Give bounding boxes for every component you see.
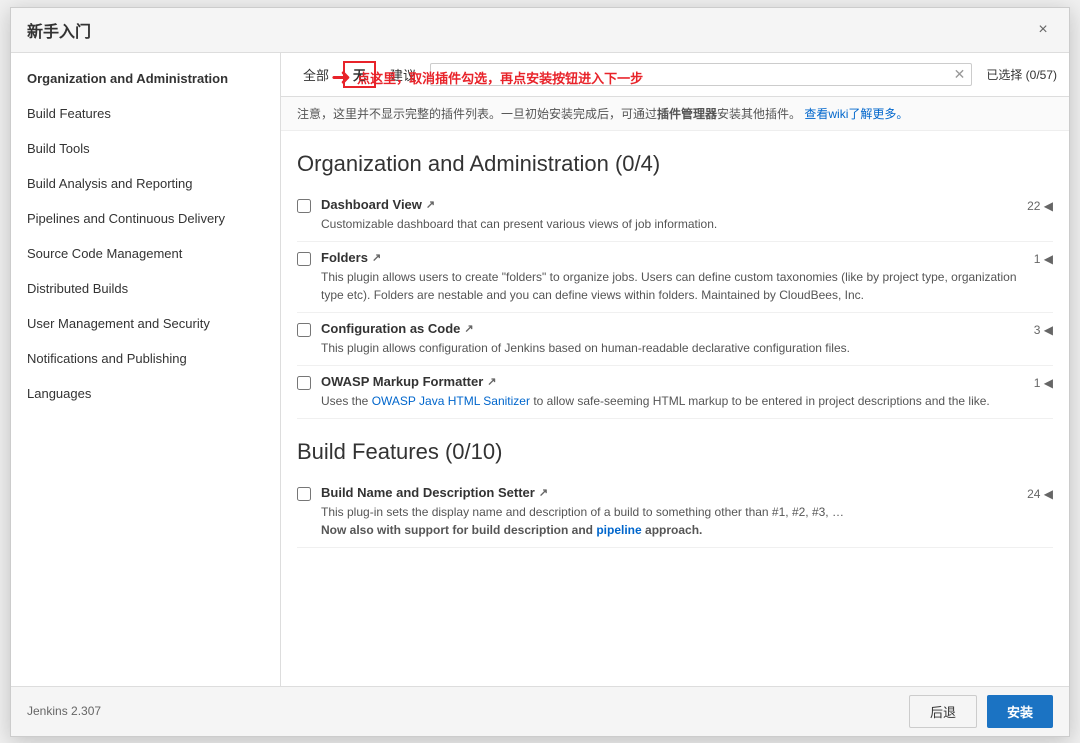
plugin-item-folders: Folders ↗ This plugin allows users to cr… bbox=[297, 242, 1053, 313]
content-area: 全部 无 建议 ✕ 已选择 (0/57) 注意，这里并不显示完整的插件列表。一旦… bbox=[281, 53, 1069, 686]
section-title-org: Organization and Administration (0/4) bbox=[297, 151, 1053, 177]
plugin-name-folders: Folders ↗ bbox=[321, 250, 1024, 265]
owasp-link[interactable]: OWASP Java HTML Sanitizer bbox=[372, 394, 530, 408]
sidebar-item-user-management[interactable]: User Management and Security bbox=[11, 306, 280, 341]
sidebar: Organization and Administration Build Fe… bbox=[11, 53, 281, 686]
arrow-icon: ➜ bbox=[331, 63, 351, 92]
plugin-info-dashboard: Dashboard View ↗ Customizable dashboard … bbox=[321, 197, 1017, 233]
annotation-overlay: ➜ 点这里，取消插件勾选，再点安装按钮进入下一步 bbox=[331, 63, 643, 92]
selected-count: 已选择 (0/57) bbox=[976, 66, 1057, 83]
plugin-name-owasp: OWASP Markup Formatter ↗ bbox=[321, 374, 1024, 389]
footer-buttons: 后退 安装 bbox=[909, 695, 1053, 728]
plugin-desc-config-as-code: This plugin allows configuration of Jenk… bbox=[321, 339, 1024, 357]
plugin-checkbox-dashboard[interactable] bbox=[297, 199, 311, 213]
plugin-name-build-name-setter: Build Name and Description Setter ↗ bbox=[321, 485, 1017, 500]
modal-title: 新手入门 bbox=[27, 18, 91, 42]
plugin-name-config-as-code: Configuration as Code ↗ bbox=[321, 321, 1024, 336]
install-button[interactable]: 安装 bbox=[987, 695, 1053, 728]
plugin-info-folders: Folders ↗ This plugin allows users to cr… bbox=[321, 250, 1024, 304]
sidebar-item-build-analysis[interactable]: Build Analysis and Reporting bbox=[11, 166, 280, 201]
sidebar-item-organization[interactable]: Organization and Administration bbox=[11, 61, 280, 96]
plugin-name-dashboard: Dashboard View ↗ bbox=[321, 197, 1017, 212]
plugin-item-config-as-code: Configuration as Code ↗ This plugin allo… bbox=[297, 313, 1053, 366]
sidebar-item-distributed[interactable]: Distributed Builds bbox=[11, 271, 280, 306]
plugin-desc-folders: This plugin allows users to create "fold… bbox=[321, 268, 1024, 304]
external-link-icon-folders: ↗ bbox=[372, 251, 381, 264]
plugin-count-config-as-code: 3 ◀ bbox=[1034, 321, 1053, 337]
plugin-list: Organization and Administration (0/4) Da… bbox=[281, 131, 1069, 686]
sidebar-item-languages[interactable]: Languages bbox=[11, 376, 280, 411]
plugin-info-config-as-code: Configuration as Code ↗ This plugin allo… bbox=[321, 321, 1024, 357]
search-clear-icon[interactable]: ✕ bbox=[954, 66, 966, 83]
sidebar-item-pipelines[interactable]: Pipelines and Continuous Delivery bbox=[11, 201, 280, 236]
external-link-icon-owasp: ↗ bbox=[487, 375, 496, 388]
modal-header: 新手入门 ➜ 点这里，取消插件勾选，再点安装按钮进入下一步 × bbox=[11, 8, 1069, 53]
external-link-icon-config-as-code: ↗ bbox=[464, 322, 473, 335]
plugin-checkbox-build-name-setter[interactable] bbox=[297, 487, 311, 501]
main-modal: 新手入门 ➜ 点这里，取消插件勾选，再点安装按钮进入下一步 × Organiza… bbox=[10, 7, 1070, 737]
sidebar-item-notifications[interactable]: Notifications and Publishing bbox=[11, 341, 280, 376]
external-link-icon-build-name-setter: ↗ bbox=[539, 486, 548, 499]
plugin-info-build-name-setter: Build Name and Description Setter ↗ This… bbox=[321, 485, 1017, 539]
close-button[interactable]: × bbox=[1033, 20, 1053, 40]
footer-version: Jenkins 2.307 bbox=[27, 704, 101, 718]
plugin-count-build-name-setter: 24 ◀ bbox=[1027, 485, 1053, 501]
plugin-checkbox-config-as-code[interactable] bbox=[297, 323, 311, 337]
plugin-checkbox-owasp[interactable] bbox=[297, 376, 311, 390]
notice-bar: 注意，这里并不显示完整的插件列表。一旦初始安装完成后，可通过插件管理器安装其他插… bbox=[281, 97, 1069, 131]
plugin-count-owasp: 1 ◀ bbox=[1034, 374, 1053, 390]
modal-footer: Jenkins 2.307 后退 安装 bbox=[11, 686, 1069, 736]
plugin-desc-dashboard: Customizable dashboard that can present … bbox=[321, 215, 1017, 233]
notice-link[interactable]: 查看wiki了解更多。 bbox=[804, 107, 908, 121]
section-title-build-features: Build Features (0/10) bbox=[297, 439, 1053, 465]
plugin-item-build-name-setter: Build Name and Description Setter ↗ This… bbox=[297, 477, 1053, 548]
annotation-text: 点这里，取消插件勾选，再点安装按钮进入下一步 bbox=[357, 68, 643, 87]
plugin-desc-owasp: Uses the OWASP Java HTML Sanitizer to al… bbox=[321, 392, 1024, 410]
back-button[interactable]: 后退 bbox=[909, 695, 977, 728]
plugin-item-dashboard: Dashboard View ↗ Customizable dashboard … bbox=[297, 189, 1053, 242]
plugin-count-folders: 1 ◀ bbox=[1034, 250, 1053, 266]
plugin-checkbox-folders[interactable] bbox=[297, 252, 311, 266]
sidebar-item-source-code[interactable]: Source Code Management bbox=[11, 236, 280, 271]
sidebar-item-build-features[interactable]: Build Features bbox=[11, 96, 280, 131]
external-link-icon-dashboard: ↗ bbox=[426, 198, 435, 211]
plugin-info-owasp: OWASP Markup Formatter ↗ Uses the OWASP … bbox=[321, 374, 1024, 410]
pipeline-link[interactable]: pipeline bbox=[596, 523, 641, 537]
modal-body: Organization and Administration Build Fe… bbox=[11, 53, 1069, 686]
plugin-desc-build-name-setter: This plug-in sets the display name and d… bbox=[321, 503, 1017, 539]
plugin-item-owasp: OWASP Markup Formatter ↗ Uses the OWASP … bbox=[297, 366, 1053, 419]
sidebar-item-build-tools[interactable]: Build Tools bbox=[11, 131, 280, 166]
plugin-count-dashboard: 22 ◀ bbox=[1027, 197, 1053, 213]
notice-text: 注意，这里并不显示完整的插件列表。一旦初始安装完成后，可通过插件管理器安装其他插… bbox=[297, 107, 801, 121]
